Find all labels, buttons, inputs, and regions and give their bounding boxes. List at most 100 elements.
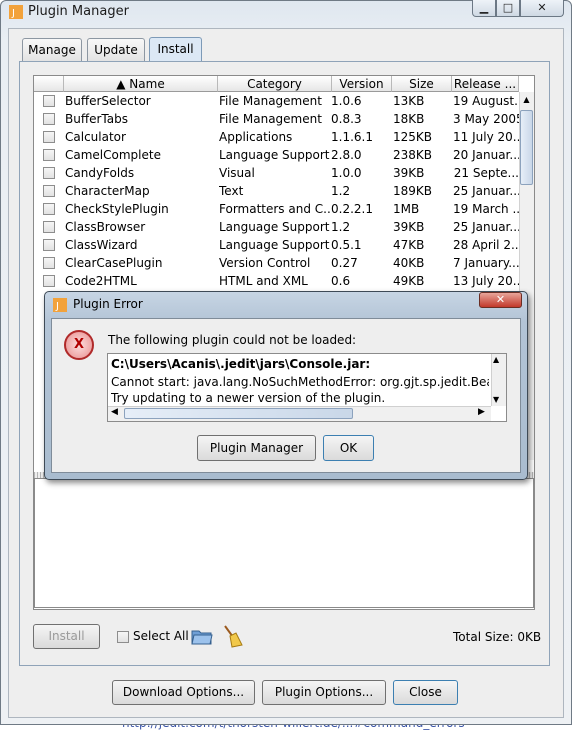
cell-size: 125KB: [393, 130, 433, 144]
cell-name: Code2HTML: [65, 274, 137, 288]
details-scrollbar-thumb[interactable]: [124, 408, 353, 419]
table-row[interactable]: Calculator Applications 1.1.6.1 125KB 11…: [34, 128, 519, 146]
jedit-icon: J: [9, 5, 23, 19]
svg-text:J: J: [55, 301, 59, 312]
plugin-options-button[interactable]: Plugin Options...: [262, 680, 386, 705]
column-header-release[interactable]: Release ...: [452, 76, 519, 92]
cell-version: 1.1.6.1: [331, 130, 373, 144]
details-scroll-right-icon[interactable]: ▶: [478, 407, 485, 417]
cell-version: 1.0.6: [331, 94, 362, 108]
row-checkbox[interactable]: [43, 113, 55, 125]
column-header-version[interactable]: Version: [332, 76, 392, 92]
cell-category: Visual: [219, 166, 255, 180]
tab-install[interactable]: Install: [149, 37, 202, 61]
table-row[interactable]: CandyFolds Visual 1.0.0 39KB 21 Septe...: [34, 164, 519, 182]
scrollbar-thumb[interactable]: [520, 110, 533, 185]
maximize-button[interactable]: □: [496, 0, 520, 17]
cell-size: 40KB: [393, 256, 425, 270]
row-checkbox[interactable]: [43, 239, 55, 251]
cell-name: CheckStylePlugin: [65, 202, 169, 216]
cell-category: File Management: [219, 94, 322, 108]
details-scroll-up-icon[interactable]: ▲: [493, 355, 499, 364]
row-checkbox[interactable]: [43, 221, 55, 233]
table-row[interactable]: BufferSelector File Management 1.0.6 13K…: [34, 92, 519, 110]
scroll-up-arrow-icon[interactable]: ▲: [520, 93, 533, 106]
row-checkbox[interactable]: [43, 167, 55, 179]
column-header-name[interactable]: ▲ Name: [64, 76, 218, 92]
cell-release: 25 Januar...: [453, 220, 519, 234]
tab-manage[interactable]: Manage: [22, 38, 82, 61]
cell-version: 0.8.3: [331, 112, 362, 126]
dialog-close-button[interactable]: ✕: [479, 292, 522, 308]
table-row[interactable]: CheckStylePlugin Formatters and C... 0.2…: [34, 200, 519, 218]
column-header-size[interactable]: Size: [392, 76, 452, 92]
row-checkbox[interactable]: [43, 185, 55, 197]
cell-name: CamelComplete: [65, 148, 161, 162]
window-close-button[interactable]: ✕: [520, 0, 564, 17]
table-row[interactable]: Code2HTML HTML and XML 0.6 49KB 13 July …: [34, 272, 519, 290]
details-scroll-left-icon[interactable]: ◀: [111, 407, 118, 417]
cell-release: 13 July 20...: [453, 274, 519, 288]
row-checkbox[interactable]: [43, 131, 55, 143]
cell-version: 1.2: [331, 184, 351, 198]
folder-icon[interactable]: [191, 626, 213, 646]
plugin-description-area: [34, 478, 534, 608]
dialog-jedit-icon: J: [53, 298, 67, 312]
cell-release: 25 Januar...: [453, 184, 519, 198]
cell-name: Calculator: [65, 130, 126, 144]
broom-icon[interactable]: [221, 624, 243, 648]
table-row[interactable]: CamelComplete Language Support 2.8.0 238…: [34, 146, 519, 164]
table-row[interactable]: BufferTabs File Management 0.8.3 18KB 3 …: [34, 110, 519, 128]
select-all-checkbox[interactable]: [117, 631, 129, 643]
cell-category: Text: [219, 184, 244, 198]
cell-name: BufferTabs: [65, 112, 128, 126]
cell-version: 1.0.0: [331, 166, 362, 180]
plugin-manager-button[interactable]: Plugin Manager: [197, 435, 316, 461]
row-checkbox[interactable]: [43, 257, 55, 269]
cell-size: 189KB: [393, 184, 433, 198]
row-checkbox[interactable]: [43, 275, 55, 287]
cell-name: ClearCasePlugin: [65, 256, 163, 270]
download-options-button[interactable]: Download Options...: [112, 680, 255, 705]
table-row[interactable]: ClassWizard Language Support 0.5.1 47KB …: [34, 236, 519, 254]
table-row[interactable]: ClassBrowser Language Support 1.2 39KB 2…: [34, 218, 519, 236]
cell-category: Language Support: [219, 148, 330, 162]
cell-name: CandyFolds: [65, 166, 135, 180]
row-checkbox[interactable]: [43, 203, 55, 215]
install-button[interactable]: Install: [33, 624, 100, 649]
row-checkbox[interactable]: [43, 95, 55, 107]
cell-category: Language Support: [219, 220, 330, 234]
ok-button[interactable]: OK: [323, 435, 374, 461]
error-plugin-path: C:\Users\Acanis\.jedit\jars\Console.jar:: [111, 357, 371, 371]
cell-category: Version Control: [219, 256, 311, 270]
cell-size: 47KB: [393, 238, 425, 252]
table-row[interactable]: CharacterMap Text 1.2 189KB 25 Januar...: [34, 182, 519, 200]
cell-size: 39KB: [393, 166, 425, 180]
cell-size: 49KB: [393, 274, 425, 288]
select-all-label: Select All: [133, 629, 189, 643]
error-line-2: Try updating to a newer version of the p…: [111, 391, 386, 405]
total-size-label: Total Size: 0KB: [453, 630, 542, 644]
row-checkbox[interactable]: [43, 149, 55, 161]
window-title: Plugin Manager: [28, 4, 129, 19]
column-header-checkbox[interactable]: [34, 76, 64, 92]
tab-update[interactable]: Update: [87, 38, 145, 61]
cell-version: 1.2: [331, 220, 351, 234]
column-header-category[interactable]: Category: [218, 76, 332, 92]
details-scroll-down-icon[interactable]: ▼: [493, 395, 499, 404]
cell-category: File Management: [219, 112, 322, 126]
cell-name: BufferSelector: [65, 94, 151, 108]
cell-version: 0.6: [331, 274, 351, 288]
cell-release: 19 August...: [453, 94, 519, 108]
cell-size: 39KB: [393, 220, 425, 234]
cell-version: 0.27: [331, 256, 358, 270]
cell-release: 19 March ...: [453, 202, 519, 216]
cell-category: HTML and XML: [219, 274, 308, 288]
minimize-button[interactable]: ▁: [472, 0, 496, 17]
cell-size: 1MB: [393, 202, 420, 216]
dialog-message: The following plugin could not be loaded…: [108, 333, 357, 347]
cell-release: 7 January...: [453, 256, 519, 270]
close-button[interactable]: Close: [393, 680, 458, 705]
table-row[interactable]: ClearCasePlugin Version Control 0.27 40K…: [34, 254, 519, 272]
cell-size: 238KB: [393, 148, 433, 162]
